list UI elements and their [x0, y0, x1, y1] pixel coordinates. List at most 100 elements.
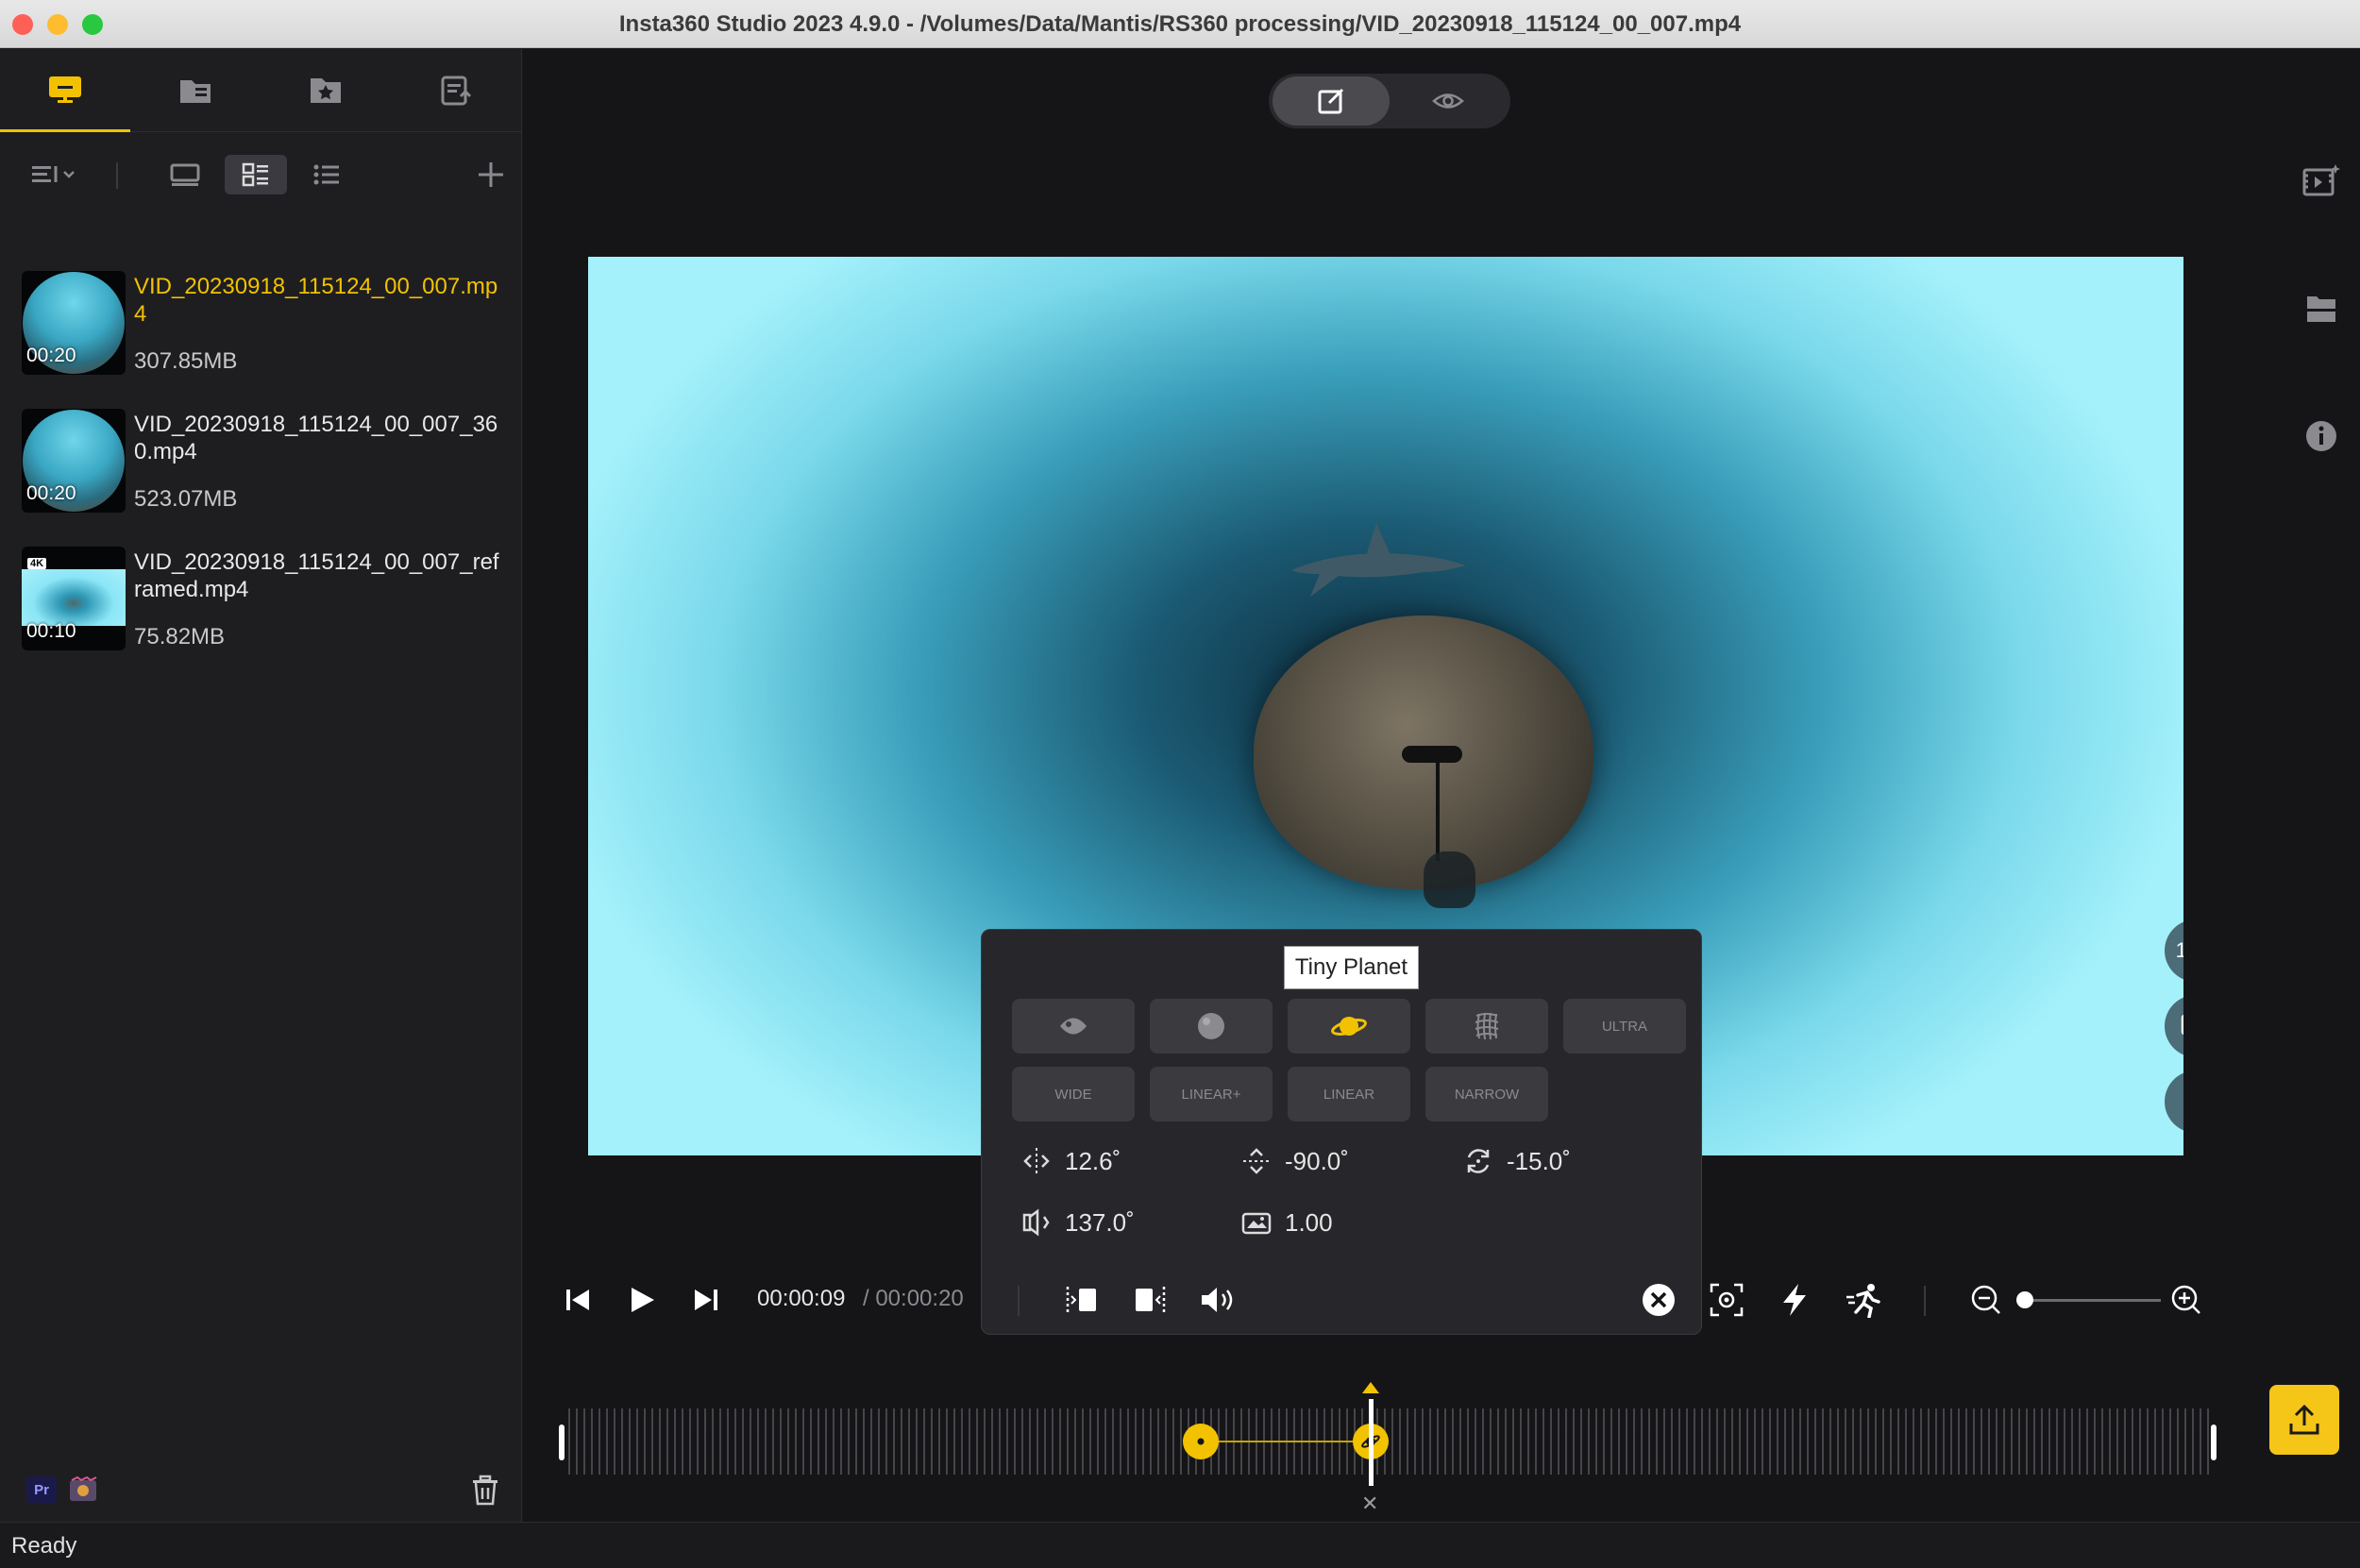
speed-ramp-button[interactable]	[1841, 1278, 1888, 1322]
trim-end-icon	[1132, 1285, 1168, 1315]
sort-button[interactable]	[28, 155, 81, 194]
roll-param[interactable]: -15.0˚	[1463, 1142, 1571, 1180]
file-name: VID_20230918_115124_00_007_360.mp4	[134, 411, 502, 465]
view-wide-button[interactable]: WIDE	[1012, 1067, 1135, 1121]
trash-icon[interactable]	[469, 1475, 501, 1507]
trim-start-button[interactable]	[1061, 1278, 1103, 1322]
tilt-param[interactable]: -90.0˚	[1241, 1142, 1349, 1180]
editor-area: 16:9 Tiny Planet ULTRA WID	[523, 49, 2360, 1522]
view-linear-button[interactable]: LINEAR	[1288, 1067, 1410, 1121]
fov-value: 137.0˚	[1065, 1208, 1135, 1238]
zoom-slider-track[interactable]	[2024, 1299, 2161, 1302]
controls-divider	[1924, 1286, 1926, 1316]
sidebar-footer: Pr	[0, 1465, 522, 1522]
camera-body	[1402, 746, 1462, 763]
fov-param[interactable]: 137.0˚	[1021, 1204, 1135, 1241]
track-subject-button[interactable]	[1705, 1278, 1748, 1322]
skip-forward-button[interactable]	[687, 1278, 725, 1322]
file-name: VID_20230918_115124_00_007_reframed.mp4	[134, 548, 502, 603]
grid-list-view-button[interactable]	[225, 155, 287, 194]
project-files-button[interactable]	[2298, 285, 2345, 332]
file-duration: 00:20	[26, 345, 76, 367]
ai-edit-flash-button[interactable]	[1773, 1278, 1816, 1322]
file-item[interactable]: 00:20 VID_20230918_115124_00_007.mp4 307…	[0, 261, 522, 394]
view-crystal-ball-button[interactable]	[1150, 999, 1273, 1054]
app-window: Insta360 Studio 2023 4.9.0 - /Volumes/Da…	[0, 0, 2360, 1568]
keyframe-marker[interactable]	[1183, 1424, 1219, 1459]
tab-local-files[interactable]	[0, 49, 130, 132]
view-dewarp-button[interactable]	[1425, 999, 1548, 1054]
distance-param[interactable]: 1.00	[1241, 1204, 1333, 1241]
upload-icon	[2287, 1403, 2321, 1437]
keyframe-dot-icon	[1195, 1436, 1206, 1447]
window-title: Insta360 Studio 2023 4.9.0 - /Volumes/Da…	[0, 11, 2360, 38]
playhead-close-icon[interactable]: ✕	[1361, 1492, 1378, 1516]
clear-keyframes-button[interactable]	[1637, 1278, 1680, 1322]
timeline-track[interactable]	[568, 1408, 2211, 1475]
file-size: 307.85MB	[134, 348, 237, 375]
view-mode-tooltip: Tiny Planet	[1284, 946, 1419, 989]
add-file-button[interactable]	[468, 155, 514, 194]
playhead-marker[interactable]	[1362, 1382, 1379, 1393]
info-icon	[2304, 419, 2338, 453]
pan-param[interactable]: 12.6˚	[1021, 1142, 1121, 1180]
sidebar-toolbar	[0, 134, 522, 213]
keyframe-connector	[1201, 1441, 1371, 1442]
reframed-preview	[22, 569, 126, 626]
reset-view-button[interactable]	[2165, 995, 2183, 1057]
detail-list-icon	[242, 162, 270, 187]
pan-value: 12.6˚	[1065, 1147, 1121, 1176]
view-fisheye-button[interactable]	[1012, 999, 1135, 1054]
play-button[interactable]	[623, 1278, 661, 1322]
aspect-ratio-button[interactable]: 16:9	[2165, 919, 2183, 982]
planet-icon	[1330, 1010, 1368, 1042]
preview-mode-button[interactable]	[1390, 76, 1507, 126]
shark-figure	[1282, 514, 1471, 608]
volume-button[interactable]	[1197, 1278, 1240, 1322]
focus-target-icon	[1709, 1282, 1745, 1318]
timeline[interactable]: ✕	[559, 1380, 2232, 1493]
view-ultra-button[interactable]: ULTRA	[1563, 999, 1686, 1054]
zoom-slider-handle[interactable]	[2016, 1291, 2033, 1308]
controls-divider	[1018, 1286, 1020, 1316]
fov-icon	[1021, 1207, 1052, 1238]
final-cut-pro-icon[interactable]	[68, 1476, 98, 1503]
view-tiny-planet-button[interactable]	[1288, 999, 1410, 1054]
tab-export-list[interactable]	[391, 49, 521, 132]
compact-list-view-button[interactable]	[302, 155, 351, 194]
info-button[interactable]	[2298, 413, 2345, 460]
file-item[interactable]: 00:20 VID_20230918_115124_00_007_360.mp4…	[0, 399, 522, 531]
timeline-end-handle[interactable]	[2211, 1425, 2217, 1460]
file-duration: 00:20	[26, 482, 76, 505]
export-button[interactable]	[2269, 1385, 2339, 1455]
zoom-in-button[interactable]	[2167, 1278, 2205, 1322]
list-icon	[312, 162, 341, 187]
tab-folders[interactable]	[130, 49, 261, 132]
file-thumbnail: 00:20	[22, 409, 126, 513]
file-thumbnail: 4K 00:10	[22, 547, 126, 650]
title-bar: Insta360 Studio 2023 4.9.0 - /Volumes/Da…	[0, 0, 2360, 48]
file-name: VID_20230918_115124_00_007.mp4	[134, 273, 502, 328]
edit-mode-button[interactable]	[1273, 76, 1390, 126]
fullscreen-button[interactable]	[2165, 1071, 2183, 1133]
file-size: 75.82MB	[134, 624, 225, 650]
tab-favorites[interactable]	[261, 49, 391, 132]
timeline-start-handle[interactable]	[559, 1425, 565, 1460]
file-item[interactable]: 4K 00:10 VID_20230918_115124_00_007_refr…	[0, 537, 522, 669]
folder-stack-icon	[2304, 293, 2338, 325]
trim-end-button[interactable]	[1129, 1278, 1171, 1322]
view-narrow-button[interactable]: NARROW	[1425, 1067, 1548, 1121]
edit-icon	[1316, 86, 1346, 116]
large-thumbnail-icon	[169, 162, 201, 187]
ai-edit-button[interactable]	[2298, 158, 2345, 205]
large-view-button[interactable]	[160, 155, 210, 194]
file-size: 523.07MB	[134, 486, 237, 513]
zoom-out-button[interactable]	[1967, 1278, 2005, 1322]
view-linear-plus-button[interactable]: LINEAR+	[1150, 1067, 1273, 1121]
skip-back-button[interactable]	[559, 1278, 597, 1322]
distance-icon	[1241, 1207, 1272, 1238]
monitor-icon	[46, 74, 84, 106]
tilt-icon	[1241, 1146, 1272, 1176]
premiere-pro-icon[interactable]: Pr	[26, 1476, 57, 1503]
playhead[interactable]	[1369, 1399, 1374, 1486]
